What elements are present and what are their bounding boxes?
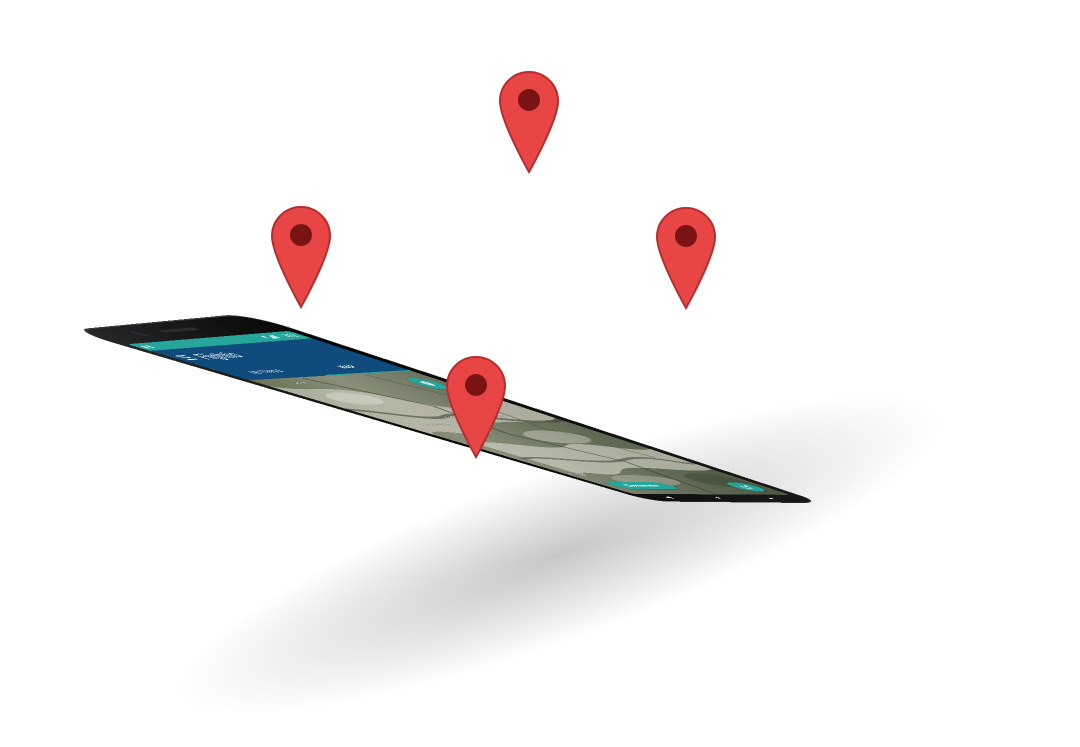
map-marker-icon xyxy=(655,206,717,311)
device-shadow xyxy=(145,334,975,747)
scene: HAUTES-ALPES ALPES-DE-HAUTE-PROVENCE Cel… xyxy=(0,0,1080,747)
map-marker-icon xyxy=(270,205,332,310)
map-marker-icon xyxy=(498,70,560,175)
signal-icons: ▼◢▮ xyxy=(255,334,284,340)
map-marker-pin[interactable] xyxy=(655,206,717,311)
map-marker-icon xyxy=(445,355,507,460)
map-marker-pin[interactable] xyxy=(498,70,560,175)
recents-nav-icon[interactable]: ■ xyxy=(764,497,776,500)
app-title: Flightio xyxy=(185,350,251,362)
back-nav-icon[interactable]: ◀ xyxy=(659,496,676,499)
map-marker-pin[interactable] xyxy=(445,355,507,460)
home-nav-icon[interactable]: ● xyxy=(710,496,726,500)
map-marker-pin[interactable] xyxy=(270,205,332,310)
